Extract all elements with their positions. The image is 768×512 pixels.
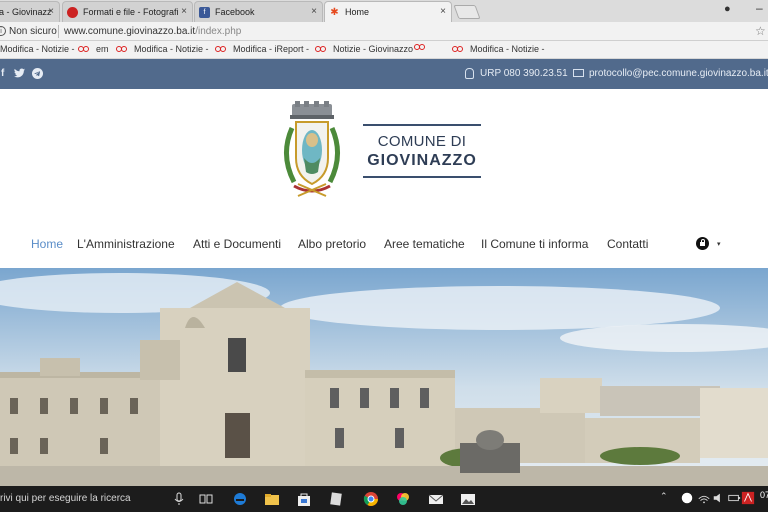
microphone-icon[interactable] <box>171 491 187 507</box>
chevron-down-icon[interactable]: ▾ <box>717 240 721 248</box>
nav-home[interactable]: Home <box>31 237 63 251</box>
bookmark-item[interactable]: Modifica - Notizie - <box>0 44 75 54</box>
bookmark-red-icon <box>414 44 426 51</box>
tab-home[interactable]: ✱ Home × <box>324 1 452 22</box>
volume-icon[interactable] <box>712 491 728 507</box>
bookmark-star-icon[interactable]: ☆ <box>755 24 766 38</box>
photos-app-icon[interactable] <box>460 491 476 507</box>
edge-browser-icon[interactable] <box>232 491 248 507</box>
logo-line-giovinazzo: GIOVINAZZO <box>367 152 477 169</box>
site-logo-text[interactable]: COMUNE DI GIOVINAZZO <box>363 124 481 178</box>
task-view-icon[interactable] <box>198 491 214 507</box>
user-profile-icon[interactable]: ● <box>724 3 731 15</box>
bookmark-red-icon <box>215 45 227 53</box>
bookmark-item[interactable]: Modifica - iReport - <box>215 44 309 54</box>
facebook-icon[interactable]: f <box>1 68 4 79</box>
bookmark-item[interactable]: Modifica - Notizie - <box>452 44 545 54</box>
joomla-icon: ✱ <box>330 6 339 18</box>
tab-giovinazzo[interactable]: a - Giovinazz × <box>0 1 60 22</box>
nav-albo-pretorio[interactable]: Albo pretorio <box>298 237 366 251</box>
tab-facebook[interactable]: f Facebook × <box>194 1 323 22</box>
bookmark-item[interactable] <box>414 44 432 51</box>
pec-email[interactable]: protocollo@pec.comune.giovinazzo.ba.it <box>589 68 768 79</box>
bookmark-item[interactable]: Modifica - Notizie - <box>116 44 209 54</box>
urp-phone[interactable]: URP 080 390.23.51 <box>480 68 568 79</box>
divider <box>58 25 59 38</box>
coat-of-arms-logo[interactable] <box>278 100 346 202</box>
bookmark-item[interactable]: Notizie - Giovinazzo <box>315 44 413 54</box>
taskbar-search-input[interactable]: rivi qui per eseguire la ricerca <box>0 493 131 504</box>
nav-amministrazione[interactable]: L'Amministrazione <box>77 237 175 251</box>
taskbar-clock[interactable]: 07 <box>760 490 768 500</box>
close-tab-icon[interactable]: × <box>48 6 54 17</box>
bookmark-red-icon <box>315 45 327 53</box>
nav-atti-e-documenti[interactable]: Atti e Documenti <box>193 237 281 251</box>
twitter-icon[interactable] <box>14 68 25 81</box>
site-top-bar: f URP 080 390.23.51 protocollo@pec.comun… <box>0 59 768 89</box>
nav-aree-tematiche[interactable]: Aree tematiche <box>384 237 465 251</box>
bookmark-red-icon <box>78 45 90 53</box>
bookmark-item[interactable]: em <box>78 44 109 54</box>
notepad-icon[interactable] <box>328 491 344 507</box>
mail-icon <box>573 69 584 77</box>
hero-photo <box>0 268 768 486</box>
close-tab-icon[interactable]: × <box>181 6 187 17</box>
file-explorer-icon[interactable] <box>264 491 280 507</box>
url-text[interactable]: www.comune.giovinazzo.ba.it/index.php <box>64 26 241 37</box>
minimize-icon[interactable]: – <box>756 1 763 15</box>
url-host: www.comune.giovinazzo.ba.it <box>64 26 196 37</box>
address-bar[interactable]: i Non sicuro www.comune.giovinazzo.ba.it… <box>0 22 768 41</box>
close-tab-icon[interactable]: × <box>440 6 446 17</box>
url-path: /index.php <box>195 26 242 37</box>
telegram-icon[interactable] <box>32 68 43 82</box>
phone-icon <box>465 68 474 79</box>
new-tab-button[interactable] <box>453 5 481 19</box>
tab-formati-e-file[interactable]: Formati e file - Fotografi × <box>62 1 193 22</box>
close-tab-icon[interactable]: × <box>311 6 317 17</box>
bookmarks-bar: Modifica - Notizie - em Modifica - Notiz… <box>0 41 768 59</box>
antivirus-icon[interactable] <box>741 491 757 507</box>
red-circle-icon <box>67 6 78 18</box>
mail-app-icon[interactable] <box>428 491 444 507</box>
chrome-icon[interactable] <box>363 491 379 507</box>
tray-app-icon[interactable] <box>680 491 696 507</box>
facebook-icon: f <box>199 6 210 18</box>
bookmark-red-icon <box>116 45 128 53</box>
browser-tab-strip: a - Giovinazz × Formati e file - Fotogra… <box>0 0 768 22</box>
tab-label: Formati e file - Fotografi <box>83 7 179 17</box>
photo-gallery-icon[interactable] <box>395 491 411 507</box>
wifi-icon[interactable] <box>697 491 713 507</box>
tab-label: Facebook <box>215 7 255 17</box>
tab-label: Home <box>345 7 370 17</box>
info-icon[interactable]: i <box>0 26 6 36</box>
logo-line-comune-di: COMUNE DI <box>377 133 467 150</box>
lock-icon[interactable] <box>696 237 709 250</box>
security-label[interactable]: Non sicuro <box>9 26 57 37</box>
nav-comune-ti-informa[interactable]: Il Comune ti informa <box>481 237 588 251</box>
tab-label: a - Giovinazz <box>0 7 52 17</box>
nav-contatti[interactable]: Contatti <box>607 237 648 251</box>
windows-taskbar: rivi qui per eseguire la ricerca ⌃ 07 <box>0 486 768 512</box>
store-icon[interactable] <box>296 491 312 507</box>
tray-chevron-up-icon[interactable]: ⌃ <box>660 491 676 507</box>
bookmark-red-icon <box>452 45 464 53</box>
